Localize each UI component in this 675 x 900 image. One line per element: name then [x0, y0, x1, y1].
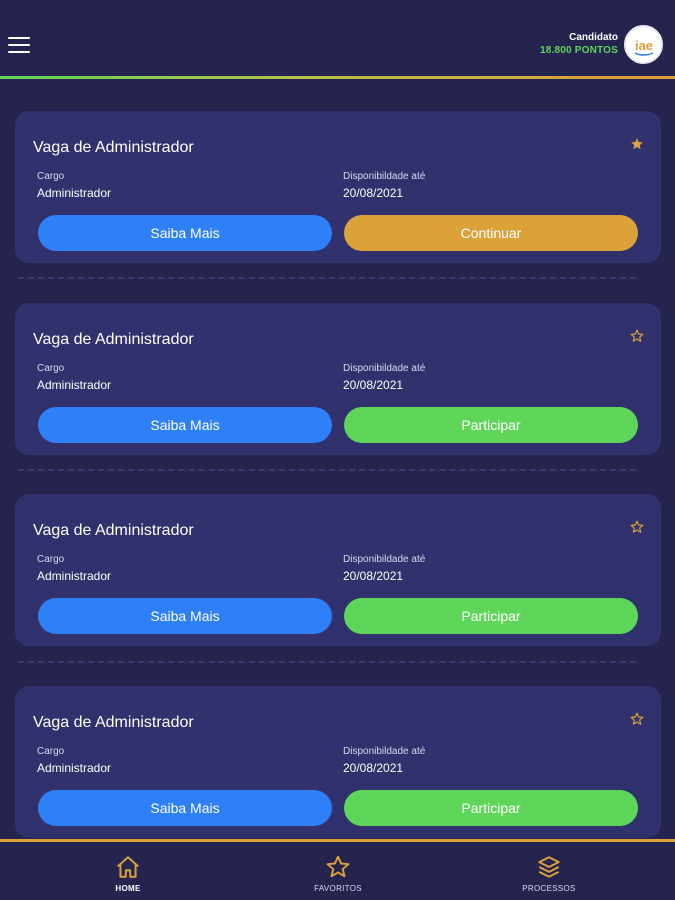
user-name: Candidato	[569, 32, 618, 43]
job-card: Vaga de Administrador Cargo Administrado…	[15, 303, 661, 455]
avatar-logo: iae	[634, 38, 653, 56]
availability-label: Disponibildade até	[343, 363, 426, 374]
availability-value: 20/08/2021	[343, 569, 404, 583]
star-icon[interactable]	[630, 137, 644, 151]
cargo-value: Administrador	[37, 378, 112, 392]
nav-favoritos-label: FAVORITOS	[314, 884, 362, 893]
cargo-label: Cargo	[37, 554, 65, 565]
job-title: Vaga de Administrador	[33, 331, 194, 348]
cargo-value: Administrador	[37, 569, 112, 583]
availability-value: 20/08/2021	[343, 378, 404, 392]
star-outline-icon[interactable]	[630, 329, 644, 343]
bottom-nav: HOME FAVORITOS PROCESSOS	[0, 842, 675, 900]
layers-icon	[538, 856, 560, 878]
avatar[interactable]: iae	[624, 25, 663, 64]
availability-label: Disponibildade até	[343, 746, 426, 757]
cargo-value: Administrador	[37, 761, 112, 775]
saiba-mais-button[interactable]: Saiba Mais	[38, 598, 332, 634]
home-icon	[117, 856, 139, 878]
avatar-logo-text: iae	[634, 38, 652, 53]
star-outline-icon	[326, 855, 350, 878]
nav-home-label: HOME	[115, 884, 141, 893]
cargo-label: Cargo	[37, 746, 65, 757]
nav-processos[interactable]: PROCESSOS	[489, 854, 609, 893]
app-screen: Candidato 18.800 PONTOS iae Vaga de Admi…	[0, 0, 675, 900]
hamburger-menu-icon[interactable]	[8, 37, 30, 53]
participar-button[interactable]: Participar	[344, 407, 638, 443]
user-points: 18.800 PONTOS	[539, 45, 618, 56]
job-card: Vaga de Administrador Cargo Administrado…	[15, 111, 661, 263]
user-info: Candidato 18.800 PONTOS	[540, 32, 618, 57]
job-title: Vaga de Administrador	[33, 139, 194, 156]
availability-value: 20/08/2021	[343, 761, 404, 775]
job-card: Vaga de Administrador Cargo Administrado…	[15, 494, 661, 646]
saiba-mais-button[interactable]: Saiba Mais	[38, 790, 332, 826]
cargo-label: Cargo	[37, 171, 65, 182]
divider	[18, 469, 636, 471]
job-list[interactable]: Vaga de Administrador Cargo Administrado…	[0, 79, 675, 839]
divider	[18, 661, 636, 663]
cargo-value: Administrador	[37, 186, 112, 200]
continuar-button[interactable]: Continuar	[344, 215, 638, 251]
cargo-label: Cargo	[37, 363, 65, 374]
job-title: Vaga de Administrador	[33, 714, 194, 731]
job-title: Vaga de Administrador	[33, 522, 194, 539]
participar-button[interactable]: Participar	[344, 598, 638, 634]
nav-favoritos[interactable]: FAVORITOS	[278, 854, 398, 893]
job-card: Vaga de Administrador Cargo Administrado…	[15, 686, 661, 838]
availability-value: 20/08/2021	[343, 186, 404, 200]
star-outline-icon[interactable]	[630, 712, 644, 726]
participar-button[interactable]: Participar	[344, 790, 638, 826]
divider	[18, 277, 636, 279]
saiba-mais-button[interactable]: Saiba Mais	[38, 407, 332, 443]
nav-processos-label: PROCESSOS	[522, 884, 576, 893]
top-header: Candidato 18.800 PONTOS iae	[0, 0, 675, 76]
availability-label: Disponibildade até	[343, 554, 426, 565]
availability-label: Disponibildade até	[343, 171, 426, 182]
star-outline-icon[interactable]	[630, 520, 644, 534]
nav-home[interactable]: HOME	[68, 854, 188, 893]
saiba-mais-button[interactable]: Saiba Mais	[38, 215, 332, 251]
